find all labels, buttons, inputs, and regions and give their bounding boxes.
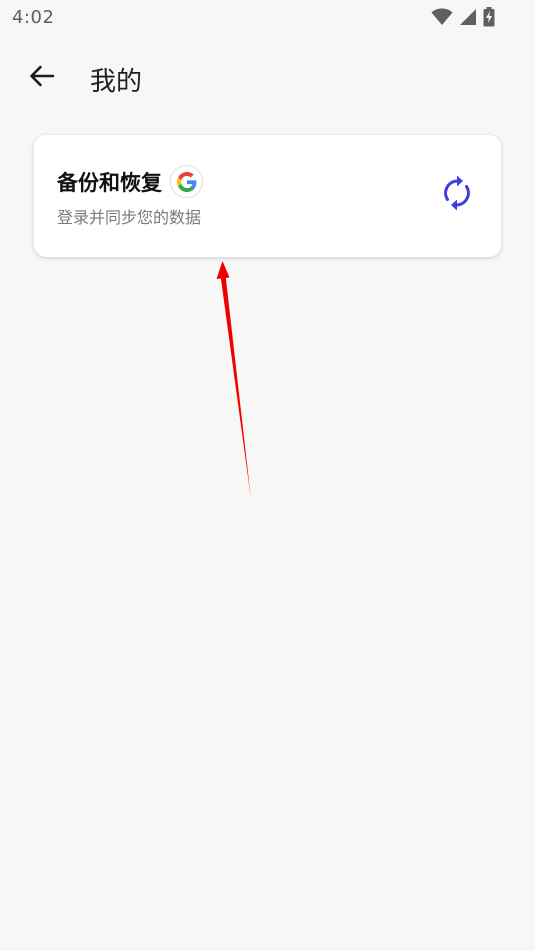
- sync-button[interactable]: [437, 175, 477, 215]
- backup-restore-card[interactable]: 备份和恢复 登录并同步您的数据: [34, 135, 501, 257]
- card-title-row: 备份和恢复: [57, 165, 203, 198]
- arrow-left-icon: [29, 65, 55, 91]
- status-bar: 4:02: [0, 0, 535, 36]
- app-bar: 我的: [0, 52, 535, 104]
- wifi-icon: [431, 8, 453, 26]
- page-title: 我的: [90, 67, 143, 97]
- status-icons: [431, 7, 495, 27]
- annotation-arrow-shaft: [220, 275, 251, 499]
- card-subtitle: 登录并同步您的数据: [57, 208, 202, 227]
- card-title: 备份和恢复: [57, 170, 162, 195]
- status-time: 4:02: [12, 7, 55, 28]
- google-logo-icon: [170, 165, 203, 198]
- screen: 4:02 我的 备份和恢复 登录并同步您的数据: [0, 0, 535, 951]
- cellular-signal-icon: [459, 8, 477, 26]
- battery-charging-icon: [483, 7, 495, 27]
- back-button[interactable]: [22, 60, 62, 96]
- annotation-arrow-head: [216, 261, 230, 279]
- sync-icon: [442, 175, 472, 215]
